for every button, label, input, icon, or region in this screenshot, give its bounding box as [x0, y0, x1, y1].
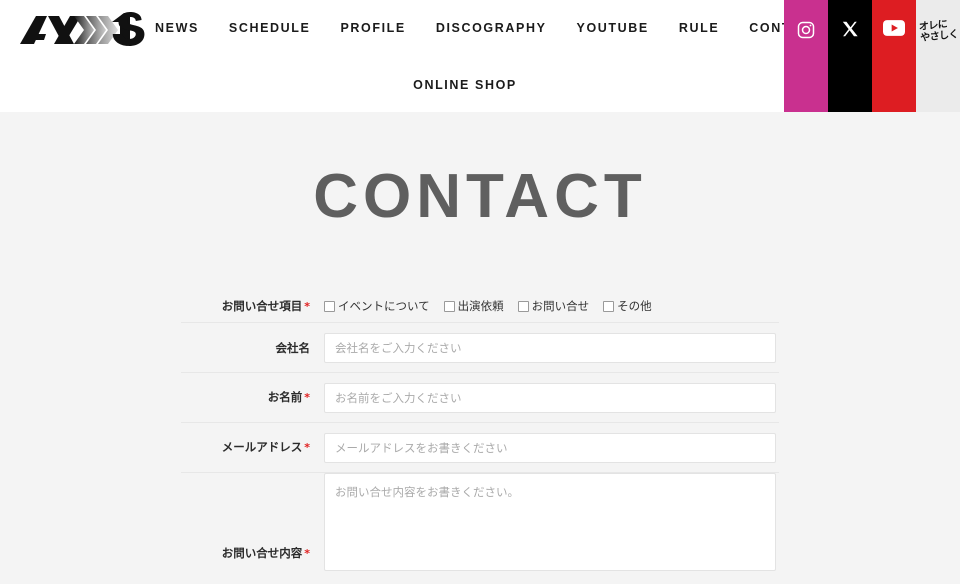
nav-row-primary: NEWS SCHEDULE PROFILE DISCOGRAPHY YOUTUB… [155, 19, 819, 37]
x-twitter-icon [842, 21, 858, 37]
checkbox-item-appearance-request[interactable]: 出演依頼 [443, 299, 504, 313]
axxis-logo[interactable] [14, 10, 152, 50]
checkbox-item-inquiry[interactable]: お問い合せ [517, 299, 590, 313]
nav-profile[interactable]: PROFILE [340, 19, 405, 37]
nav-youtube[interactable]: YOUTUBE [577, 19, 649, 37]
main-navigation: NEWS SCHEDULE PROFILE DISCOGRAPHY YOUTUB… [155, 0, 819, 112]
label-message: お問い合せ内容 * [181, 545, 324, 576]
nav-schedule[interactable]: SCHEDULE [229, 19, 311, 37]
label-company: 会社名 [181, 340, 324, 356]
field-name [324, 382, 779, 413]
instagram-icon [797, 21, 815, 39]
checkbox-label-other: その他 [617, 299, 652, 313]
checkbox-group-inquiry-type: イベントについて 出演依頼 お問い合せ その他 [324, 299, 779, 313]
label-inquiry-type-text: お問い合せ項目 [221, 298, 303, 313]
message-textarea[interactable] [324, 473, 776, 571]
checkbox-item-event[interactable]: イベントについて [324, 299, 430, 313]
field-email [324, 432, 779, 463]
youtube-icon [883, 20, 905, 36]
checkbox-box-event[interactable] [324, 300, 335, 312]
nav-rule[interactable]: RULE [679, 19, 719, 37]
site-header: NEWS SCHEDULE PROFILE DISCOGRAPHY YOUTUB… [0, 0, 960, 112]
social-x-link[interactable] [828, 0, 872, 112]
checkbox-item-other[interactable]: その他 [603, 299, 652, 313]
required-marker: * [304, 391, 310, 404]
field-message [324, 473, 779, 576]
checkbox-box-appearance-request[interactable] [443, 300, 455, 312]
contact-form: お問い合せ項目 * イベントについて 出演依頼 お問い合せ その他 会社名 会社… [181, 290, 779, 576]
label-inquiry-type: お問い合せ項目 * [181, 298, 324, 315]
checkbox-box-other[interactable] [603, 300, 615, 312]
form-row-company: 会社名 [181, 322, 779, 372]
social-links: オレに やさしく [784, 0, 960, 112]
nav-row-secondary: ONLINE SHOP [155, 76, 775, 94]
nav-news[interactable]: NEWS [155, 19, 199, 37]
company-input[interactable] [324, 332, 776, 363]
required-marker: * [304, 547, 310, 560]
required-marker: * [304, 299, 310, 313]
nav-discography[interactable]: DISCOGRAPHY [436, 19, 547, 37]
field-company [324, 332, 779, 363]
form-row-inquiry-type: お問い合せ項目 * イベントについて 出演依頼 お問い合せ その他 [181, 290, 779, 322]
label-name-text: お名前 [267, 390, 303, 404]
form-row-message: お問い合せ内容 * [181, 472, 779, 576]
checkbox-label-event: イベントについて [338, 299, 430, 313]
field-inquiry-type: イベントについて 出演依頼 お問い合せ その他 [324, 299, 779, 313]
form-row-name: お名前 * [181, 372, 779, 422]
label-name: お名前 * [181, 389, 324, 406]
checkbox-label-appearance-request: 出演依頼 [457, 299, 504, 313]
oreni-yasashiku-banner: オレに やさしく [918, 18, 958, 44]
page-title: CONTACT [313, 162, 647, 231]
form-row-email: メールアドレス * [181, 422, 779, 472]
nav-online-shop[interactable]: ONLINE SHOP [413, 76, 517, 94]
main-content: CONTACT お問い合せ項目 * イベントについて 出演依頼 お問い合せ その… [0, 112, 960, 584]
label-email-text: メールアドレス [221, 440, 303, 454]
checkbox-box-inquiry[interactable] [517, 300, 529, 312]
label-email: メールアドレス * [181, 439, 324, 456]
label-message-text: お問い合せ内容 [221, 546, 303, 560]
social-oreni-yasashiku-link[interactable]: オレに やさしく [916, 0, 960, 112]
email-input[interactable] [324, 432, 776, 463]
social-youtube-link[interactable] [872, 0, 916, 112]
social-instagram-link[interactable] [784, 0, 828, 112]
name-input[interactable] [324, 382, 776, 413]
label-company-text: 会社名 [275, 340, 311, 355]
required-marker: * [304, 441, 310, 454]
checkbox-label-inquiry: お問い合せ [531, 299, 590, 313]
